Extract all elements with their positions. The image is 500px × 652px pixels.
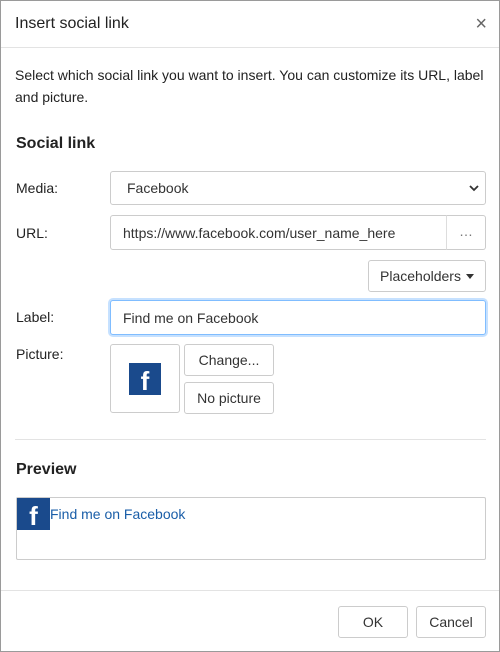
footer-divider <box>1 590 499 591</box>
placeholders-dropdown-button[interactable]: Placeholders <box>368 260 486 292</box>
url-label: URL: <box>16 225 48 241</box>
label-input[interactable]: Find me on Facebook <box>110 300 486 335</box>
media-select[interactable]: Facebook <box>110 171 486 205</box>
caret-down-icon <box>465 273 474 279</box>
social-link-heading: Social link <box>16 135 96 152</box>
chevron-down-icon <box>469 185 479 192</box>
url-browse-button[interactable]: … <box>446 215 486 250</box>
picture-label: Picture: <box>16 346 64 362</box>
change-picture-button[interactable]: Change... <box>184 344 274 376</box>
url-input[interactable]: https://www.facebook.com/user_name_here <box>110 215 447 250</box>
media-label: Media: <box>16 180 59 196</box>
ok-button[interactable]: OK <box>338 606 408 638</box>
label-input-value: Find me on Facebook <box>123 309 259 326</box>
cancel-button[interactable]: Cancel <box>416 606 486 638</box>
facebook-icon: f <box>17 498 50 531</box>
dialog-intro-text: Select which social link you want to ins… <box>15 67 484 105</box>
close-icon[interactable]: × <box>475 12 487 36</box>
media-select-value: Facebook <box>127 180 189 196</box>
picture-preview-box: f <box>110 344 180 413</box>
dialog-title: Insert social link <box>15 15 129 32</box>
insert-social-link-dialog: Insert social link × Select which social… <box>0 0 500 652</box>
preview-box: f Find me on Facebook <box>16 497 486 560</box>
placeholders-button-label: Placeholders <box>380 268 461 284</box>
section-divider <box>15 439 486 440</box>
no-picture-button[interactable]: No picture <box>184 382 274 414</box>
dialog-header: Insert social link × <box>1 1 499 48</box>
preview-social-link[interactable]: Find me on Facebook <box>50 506 185 522</box>
label-label: Label: <box>16 309 55 325</box>
facebook-icon: f <box>129 363 161 396</box>
preview-heading: Preview <box>16 461 77 478</box>
url-input-value: https://www.facebook.com/user_name_here <box>123 224 396 241</box>
